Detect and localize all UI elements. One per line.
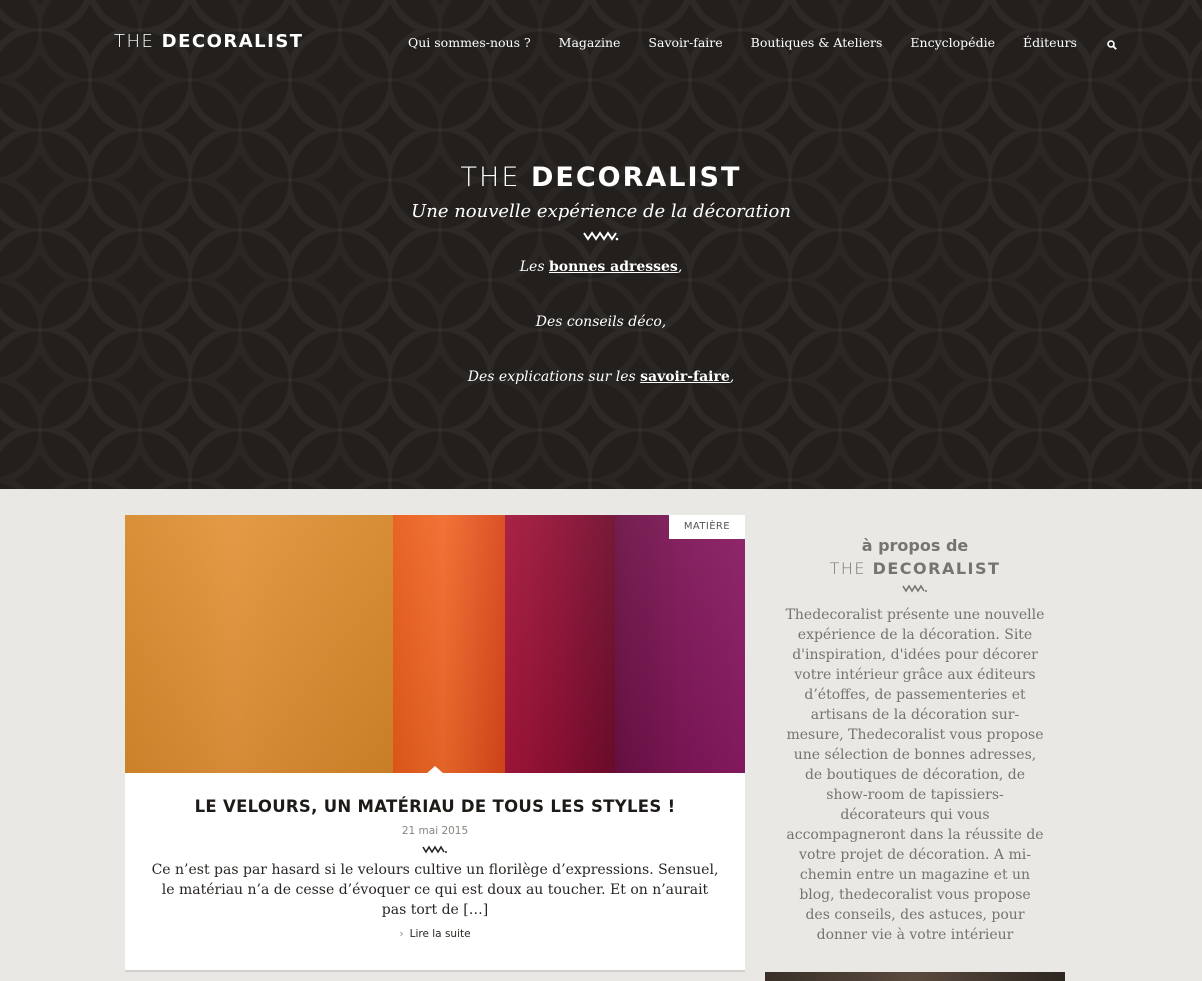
nav-item-savoir-faire[interactable]: Savoir-faire <box>648 35 722 50</box>
about-logo-the: THE <box>829 559 866 578</box>
hero-line-conseils: Des conseils déco, <box>535 314 667 330</box>
search-icon[interactable] <box>1107 38 1119 50</box>
hero-logo-brand: DECORALIST <box>531 162 742 193</box>
hero-line-savoir-faire: Des explications sur les savoir-faire, <box>0 369 1202 385</box>
savoir-faire-link[interactable]: savoir-faire <box>640 369 730 385</box>
nav-item-qui-sommes-nous[interactable]: Qui sommes-nous ? <box>408 35 531 50</box>
zigzag-ornament-icon <box>583 231 619 241</box>
article-date: 21 mai 2015 <box>401 825 469 837</box>
hero-line1-suffix: , <box>677 259 683 275</box>
hero-tagline: Une nouvelle expérience de la décoration <box>411 201 791 222</box>
chevron-right-icon: › <box>399 928 404 940</box>
zigzag-ornament-icon <box>902 584 927 593</box>
nav-item-boutiques-ateliers[interactable]: Boutiques & Ateliers <box>751 35 883 50</box>
logo-brand: DECORALIST <box>161 31 304 52</box>
article-image[interactable]: MATIÈRE <box>125 515 745 773</box>
velvet-stripe-purple <box>615 515 745 773</box>
about-text: Thedecoralist présente une nouvelle expé… <box>785 607 1045 943</box>
read-more-link[interactable]: › Lire la suite <box>125 928 745 940</box>
image-pointer <box>426 766 444 773</box>
hero-banner: THE DECORALIST Qui sommes-nous ? Magazin… <box>0 0 1202 489</box>
nav-item-encyclopedie[interactable]: Encyclopédie <box>910 35 995 50</box>
site-logo[interactable]: THE DECORALIST <box>114 31 304 52</box>
about-widget: à propos de THE DECORALIST Thedecoralist… <box>765 536 1065 945</box>
bonnes-adresses-link[interactable]: bonnes adresses <box>549 259 678 275</box>
nav-item-editeurs[interactable]: Éditeurs <box>1023 35 1077 50</box>
about-logo-brand: DECORALIST <box>872 559 1001 578</box>
about-heading: à propos de <box>861 536 969 555</box>
article-title[interactable]: LE VELOURS, UN MATÉRIAU DE TOUS LES STYL… <box>125 797 745 816</box>
zigzag-ornament-icon <box>422 845 447 854</box>
hero-line3-prefix: Des explications sur les <box>467 369 636 385</box>
velvet-stripe-crimson <box>505 515 615 773</box>
hero-content: THE DECORALIST Une nouvelle expérience d… <box>0 162 1202 242</box>
hero-logo: THE DECORALIST <box>461 162 742 193</box>
hero-line-adresses: Les bonnes adresses, <box>0 259 1202 275</box>
hero-line3-suffix: , <box>729 369 735 385</box>
velvet-stripe-orange <box>125 515 393 773</box>
article-card[interactable]: MATIÈRE LE VELOURS, UN MATÉRIAU DE TOUS … <box>125 515 745 970</box>
article-excerpt: Ce n’est pas par hasard si le velours cu… <box>151 862 719 918</box>
about-logo: THE DECORALIST <box>765 559 1065 578</box>
velvet-stripe-red-orange <box>393 515 505 773</box>
hero-line1-prefix: Les <box>519 259 545 275</box>
read-more-label: Lire la suite <box>409 928 471 940</box>
logo-the: THE <box>114 31 155 52</box>
nav-item-magazine[interactable]: Magazine <box>559 35 621 50</box>
main-nav: Qui sommes-nous ? Magazine Savoir-faire … <box>408 35 1119 50</box>
hero-logo-the: THE <box>460 162 521 193</box>
category-tag[interactable]: MATIÈRE <box>668 515 745 539</box>
sidebar-image[interactable] <box>765 972 1065 981</box>
